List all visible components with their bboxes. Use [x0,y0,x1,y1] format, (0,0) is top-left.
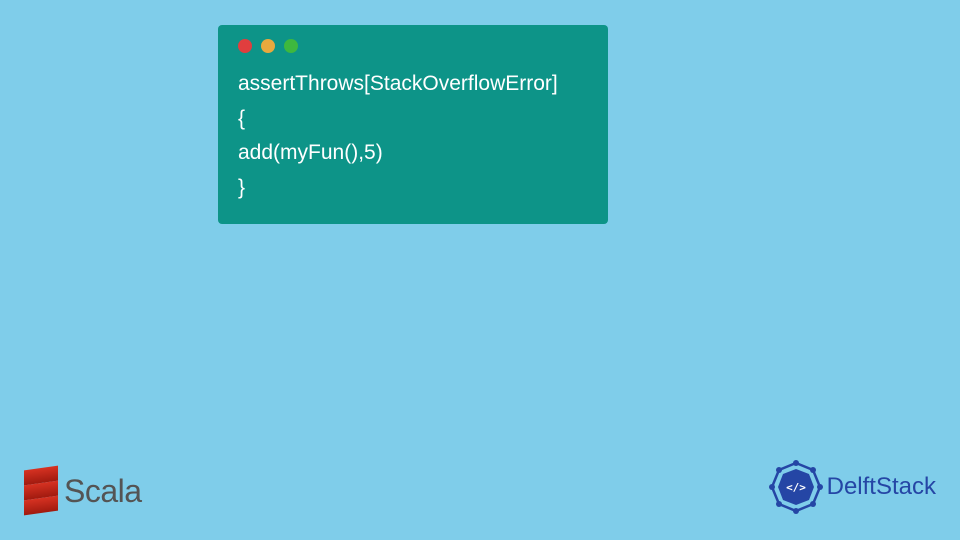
code-line: assertThrows[StackOverflowError] [238,72,558,95]
scala-logo-text: Scala [64,473,142,510]
scala-logo: Scala [24,468,142,514]
delftstack-logo: </> DelftStack [769,460,936,514]
window-controls [238,39,588,53]
maximize-dot-icon [284,39,298,53]
code-line: { [238,107,245,130]
close-dot-icon [238,39,252,53]
code-line: } [238,176,245,199]
minimize-dot-icon [261,39,275,53]
svg-text:</>: </> [786,481,806,494]
scala-icon [24,468,58,514]
code-window: assertThrows[StackOverflowError] { add(m… [218,25,608,224]
delftstack-icon: </> [769,460,823,514]
delftstack-logo-text: DelftStack [827,473,936,501]
code-line: add(myFun(),5) [238,141,383,164]
code-content: assertThrows[StackOverflowError] { add(m… [238,67,588,206]
